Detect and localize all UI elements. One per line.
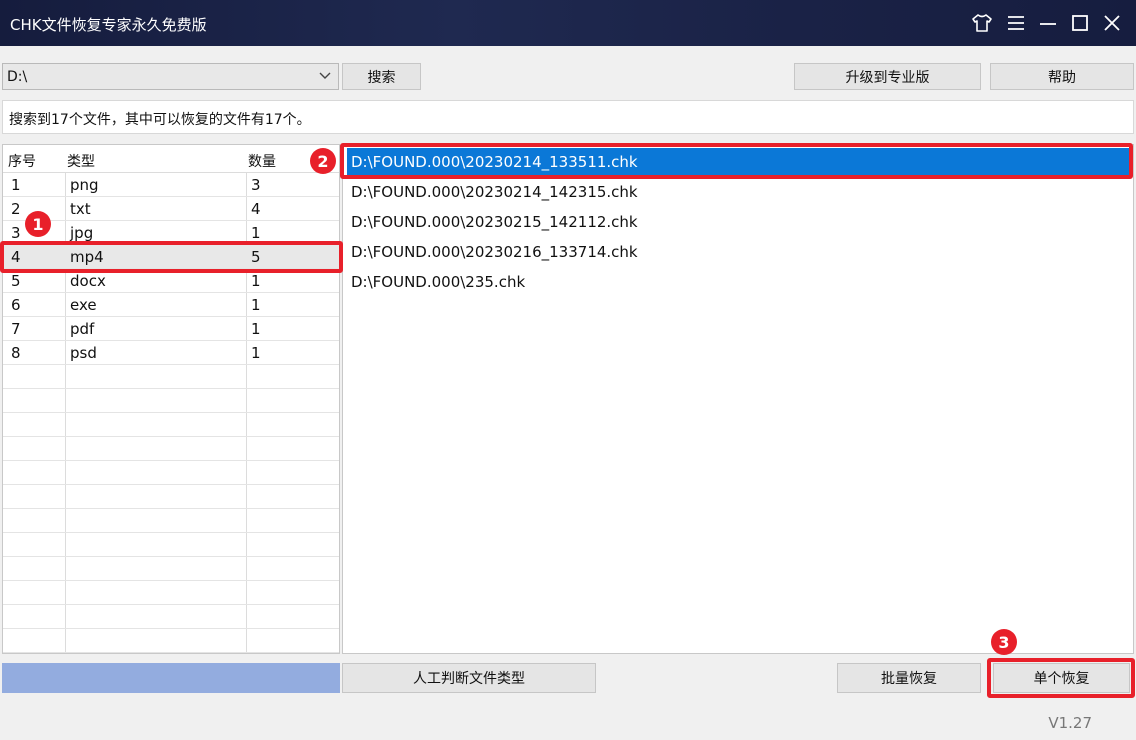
row-count: 1 — [251, 320, 261, 338]
upgrade-button[interactable]: 升级到专业版 — [794, 63, 981, 90]
search-status-text: 搜索到17个文件，其中可以恢复的文件有17个。 — [2, 100, 1134, 134]
header-count[interactable]: 数量 — [248, 151, 276, 171]
file-list-item[interactable]: D:\FOUND.000\20230214_142315.chk — [347, 178, 1130, 206]
skin-icon[interactable] — [969, 10, 995, 36]
row-index: 3 — [11, 224, 21, 242]
empty-table-row — [3, 461, 339, 485]
table-header: 序号 类型 数量 — [3, 145, 339, 173]
empty-table-row — [3, 629, 339, 653]
step-badge-1: 1 — [25, 211, 51, 237]
search-button[interactable]: 搜索 — [342, 63, 421, 90]
table-row[interactable]: 1 png 3 — [3, 173, 339, 197]
close-icon[interactable] — [1099, 10, 1125, 36]
row-index: 5 — [11, 272, 21, 290]
window-title: CHK文件恢复专家永久免费版 — [10, 16, 207, 34]
empty-table-row — [3, 413, 339, 437]
drive-select[interactable]: D:\ — [2, 63, 339, 90]
title-bar: CHK文件恢复专家永久免费版 — [0, 0, 1136, 46]
empty-table-row — [3, 509, 339, 533]
empty-table-row — [3, 581, 339, 605]
file-list-item[interactable]: D:\FOUND.000\235.chk — [347, 268, 1130, 296]
row-count: 4 — [251, 200, 261, 218]
row-count: 1 — [251, 272, 261, 290]
file-list: D:\FOUND.000\20230214_133511.chk D:\FOUND… — [342, 144, 1134, 654]
table-row[interactable]: 8 psd 1 — [3, 341, 339, 365]
batch-restore-button[interactable]: 批量恢复 — [837, 663, 981, 693]
menu-icon[interactable] — [1003, 10, 1029, 36]
file-type-table: 序号 类型 数量 1 png 3 2 txt 4 3 jpg 1 4 mp4 5 5 docx 1 6 exe 1… — [2, 144, 340, 654]
table-row[interactable]: 6 exe 1 — [3, 293, 339, 317]
chevron-down-icon — [318, 69, 332, 87]
row-index: 6 — [11, 296, 21, 314]
header-type[interactable]: 类型 — [67, 151, 95, 171]
highlight-box-type-row — [0, 241, 343, 273]
minimize-icon[interactable] — [1035, 10, 1061, 36]
row-type: exe — [70, 296, 97, 314]
empty-table-row — [3, 557, 339, 581]
row-index: 2 — [11, 200, 21, 218]
empty-table-row — [3, 437, 339, 461]
file-list-item[interactable]: D:\FOUND.000\20230216_133714.chk — [347, 238, 1130, 266]
step-badge-2: 2 — [310, 148, 336, 174]
row-type: png — [70, 176, 99, 194]
table-row[interactable]: 7 pdf 1 — [3, 317, 339, 341]
version-label: V1.27 — [1048, 714, 1092, 732]
empty-table-row — [3, 533, 339, 557]
empty-table-row — [3, 485, 339, 509]
row-type: txt — [70, 200, 91, 218]
manual-type-button[interactable]: 人工判断文件类型 — [342, 663, 596, 693]
step-badge-3: 3 — [991, 629, 1017, 655]
file-list-item[interactable]: D:\FOUND.000\20230215_142112.chk — [347, 208, 1130, 236]
row-type: psd — [70, 344, 97, 362]
row-count: 1 — [251, 344, 261, 362]
empty-table-row — [3, 365, 339, 389]
row-type: jpg — [70, 224, 94, 242]
row-type: pdf — [70, 320, 95, 338]
row-count: 3 — [251, 176, 261, 194]
header-index[interactable]: 序号 — [8, 151, 36, 171]
row-index: 8 — [11, 344, 21, 362]
highlight-box-file — [340, 143, 1133, 179]
empty-table-row — [3, 605, 339, 629]
table-row[interactable]: 2 txt 4 — [3, 197, 339, 221]
row-count: 1 — [251, 224, 261, 242]
row-type: docx — [70, 272, 106, 290]
row-index: 7 — [11, 320, 21, 338]
single-restore-button[interactable]: 单个恢复 — [993, 663, 1130, 693]
help-button[interactable]: 帮助 — [990, 63, 1134, 90]
row-count: 1 — [251, 296, 261, 314]
row-index: 1 — [11, 176, 21, 194]
drive-select-value: D:\ — [7, 68, 28, 85]
maximize-icon[interactable] — [1067, 10, 1093, 36]
empty-table-row — [3, 389, 339, 413]
progress-bar — [2, 663, 340, 693]
